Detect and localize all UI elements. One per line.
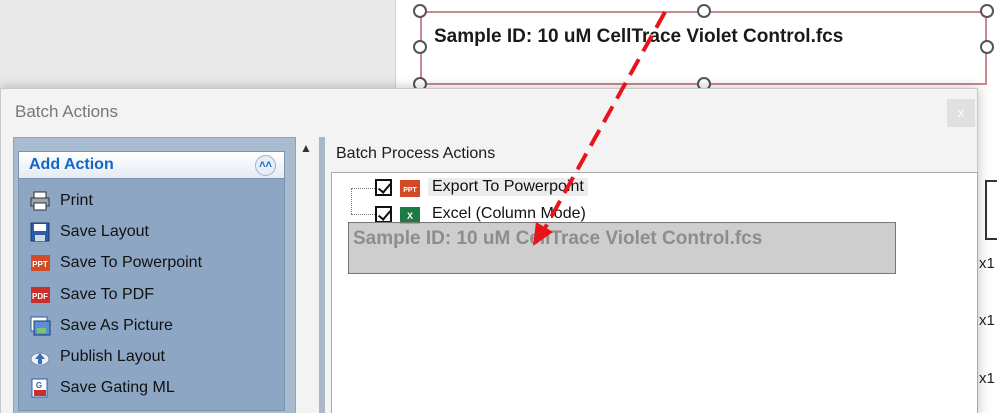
resize-handle-tm[interactable] bbox=[697, 4, 711, 18]
checkbox-export-powerpoint[interactable] bbox=[375, 179, 392, 196]
close-button[interactable]: x bbox=[947, 99, 975, 127]
action-label: Save To Powerpoint bbox=[60, 254, 203, 272]
svg-text:PDF: PDF bbox=[32, 292, 48, 301]
action-list: Print Save Layout PPT Save To Powerpoint bbox=[29, 185, 202, 404]
printer-icon bbox=[29, 190, 51, 212]
batch-item-label: Excel (Column Mode) bbox=[432, 205, 586, 222]
resize-handle-mr[interactable] bbox=[980, 40, 994, 54]
action-save-layout[interactable]: Save Layout bbox=[29, 216, 202, 247]
canvas-side-element[interactable] bbox=[985, 180, 997, 240]
save-layout-icon bbox=[29, 221, 51, 243]
action-save-gating-ml[interactable]: G Save Gating ML bbox=[29, 373, 202, 404]
svg-text:X: X bbox=[407, 211, 413, 221]
action-label: Save As Picture bbox=[60, 316, 173, 334]
action-label: Save Layout bbox=[60, 222, 149, 240]
add-action-group: Add Action ˄˄ Print Save Layout PPT Save… bbox=[18, 151, 285, 411]
action-panel-scroll: ▲ bbox=[297, 137, 319, 413]
checkbox-excel[interactable] bbox=[375, 206, 392, 223]
resize-handle-tr[interactable] bbox=[980, 4, 994, 18]
tree-line bbox=[351, 214, 375, 215]
collapse-icon[interactable]: ˄˄ bbox=[255, 155, 276, 176]
action-save-powerpoint[interactable]: PPT Save To Powerpoint bbox=[29, 248, 202, 279]
action-label: Save To PDF bbox=[60, 285, 154, 303]
action-label: Publish Layout bbox=[60, 348, 165, 366]
cloud-upload-icon bbox=[29, 346, 51, 368]
add-action-panel: Add Action ˄˄ Print Save Layout PPT Save… bbox=[13, 137, 296, 413]
panel-splitter[interactable] bbox=[319, 137, 325, 413]
scroll-up-icon[interactable]: ▲ bbox=[300, 141, 312, 155]
resize-handle-ml[interactable] bbox=[413, 40, 427, 54]
sample-id-textbox[interactable]: Sample ID: 10 uM CellTrace Violet Contro… bbox=[420, 11, 987, 85]
svg-text:PPT: PPT bbox=[32, 260, 48, 269]
batch-process-panel: Batch Process Actions PPT Export To Powe… bbox=[327, 137, 978, 413]
drag-preview: Sample ID: 10 uM CellTrace Violet Contro… bbox=[348, 222, 896, 274]
action-publish-layout[interactable]: Publish Layout bbox=[29, 341, 202, 372]
action-save-picture[interactable]: Save As Picture bbox=[29, 310, 202, 341]
action-print[interactable]: Print bbox=[29, 185, 202, 216]
powerpoint-icon: PPT bbox=[29, 252, 51, 274]
action-save-pdf[interactable]: PDF Save To PDF bbox=[29, 279, 202, 310]
batch-item-label: Export To Powerpoint bbox=[428, 178, 588, 196]
resize-handle-tl[interactable] bbox=[413, 4, 427, 18]
side-label-3: x1 bbox=[979, 370, 995, 387]
gating-ml-icon: G bbox=[29, 377, 51, 399]
add-action-header[interactable]: Add Action ˄˄ bbox=[19, 152, 284, 179]
tree-line bbox=[351, 188, 352, 214]
dialog-title: Batch Actions bbox=[15, 102, 119, 121]
batch-process-title: Batch Process Actions bbox=[336, 145, 496, 162]
svg-text:G: G bbox=[36, 381, 42, 390]
tree-line bbox=[351, 188, 375, 189]
powerpoint-icon: PPT bbox=[399, 178, 421, 205]
action-label: Print bbox=[60, 191, 93, 209]
side-label-2: x1 bbox=[979, 312, 995, 329]
picture-icon bbox=[29, 315, 51, 337]
drag-preview-text: Sample ID: 10 uM CellTrace Violet Contro… bbox=[353, 228, 763, 249]
add-action-title: Add Action bbox=[29, 156, 114, 173]
batch-process-list[interactable]: PPT Export To Powerpoint X Excel (Column… bbox=[331, 172, 978, 413]
side-label-1: x1 bbox=[979, 255, 995, 272]
action-label: Save Gating ML bbox=[60, 379, 175, 397]
sample-id-text: Sample ID: 10 uM CellTrace Violet Contro… bbox=[434, 26, 844, 47]
svg-text:PPT: PPT bbox=[403, 187, 417, 194]
pdf-icon: PDF bbox=[29, 284, 51, 306]
